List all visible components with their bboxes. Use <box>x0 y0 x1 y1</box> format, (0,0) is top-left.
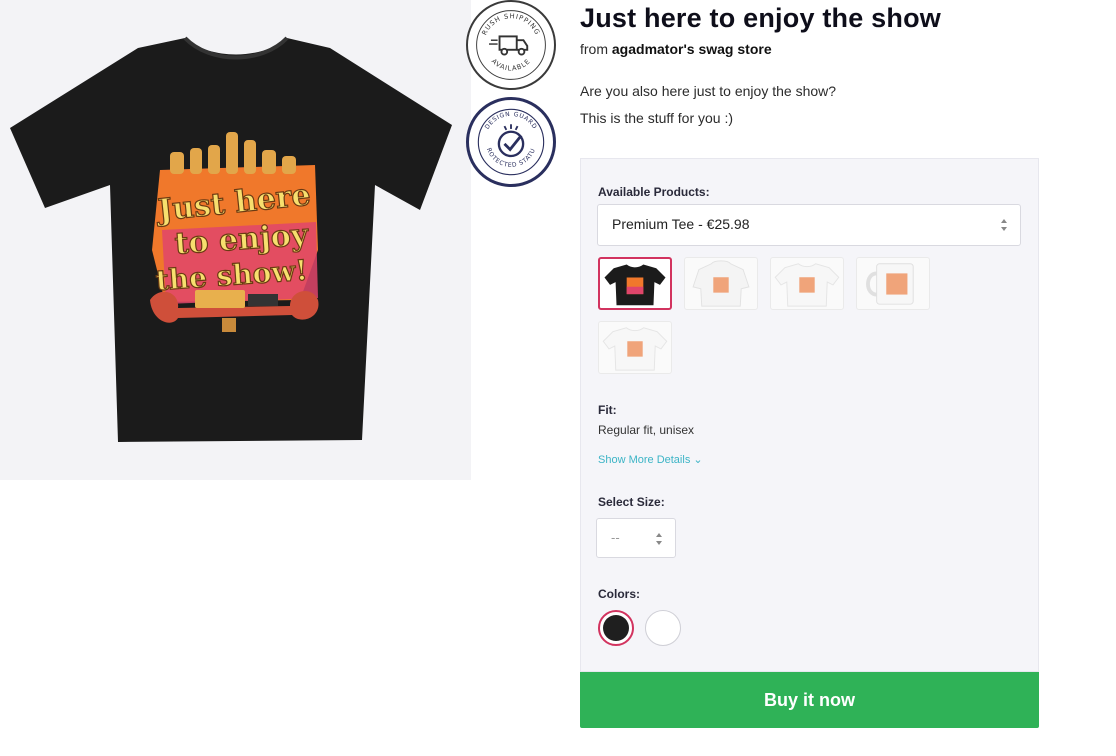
show-more-details-link[interactable]: Show More Details ⌄ <box>598 453 703 466</box>
color-swatch-white[interactable] <box>645 610 681 646</box>
rush-badge-top-text: RUSH SHIPPING <box>480 12 540 36</box>
svg-text:AVAILABLE: AVAILABLE <box>490 57 532 72</box>
chevron-down-icon: ⌄ <box>693 454 703 466</box>
products-label: Available Products: <box>598 185 710 199</box>
description-line-2: This is the stuff for you :) <box>580 110 734 126</box>
white-tee-thumb-image <box>774 263 840 307</box>
svg-text:RUSH SHIPPING: RUSH SHIPPING <box>480 12 541 36</box>
thumb-tee-white[interactable] <box>770 257 844 310</box>
black-tee-thumb-image <box>604 264 666 306</box>
black-swatch-fill <box>603 615 629 641</box>
truck-icon: RUSH SHIPPING AVAILABLE <box>476 10 546 80</box>
size-label: Select Size: <box>598 495 665 509</box>
select-arrows-icon <box>1001 219 1007 231</box>
design-guard-badge: DESIGN GUARD PROTECTED STATUS <box>466 97 556 187</box>
product-title: Just here to enjoy the show <box>580 3 941 33</box>
product-image-area: Just here to enjoy the show! <box>0 0 471 480</box>
mug-thumb-image <box>866 263 914 305</box>
store-attribution: from agadmator's swag store <box>580 41 772 57</box>
size-select-arrows-icon <box>656 533 662 545</box>
description-line-1: Are you also here just to enjoy the show… <box>580 83 837 99</box>
color-swatch-black[interactable] <box>598 610 634 646</box>
size-select[interactable]: -- <box>596 518 676 558</box>
product-select[interactable]: Premium Tee - €25.98 <box>597 204 1021 246</box>
fit-label: Fit: <box>598 403 617 417</box>
thumb-hoodie-white[interactable] <box>684 257 758 310</box>
thumb-mug-white[interactable] <box>856 257 930 310</box>
fit-value: Regular fit, unisex <box>598 423 695 437</box>
product-select-value: Premium Tee - €25.98 <box>612 216 750 232</box>
store-link[interactable]: agadmator's swag store <box>612 41 772 57</box>
rush-badge-bottom-text: AVAILABLE <box>490 57 531 72</box>
tshirt-image: Just here to enjoy the show! <box>10 36 452 442</box>
show-more-details-text: Show More Details <box>598 454 691 466</box>
from-prefix: from <box>580 41 608 57</box>
options-panel: Available Products: Premium Tee - €25.98 <box>580 158 1039 672</box>
colors-label: Colors: <box>598 587 640 601</box>
kids-tee-thumb-image <box>602 327 668 371</box>
thumb-kids-tee-white[interactable] <box>598 321 672 374</box>
check-shield-icon: DESIGN GUARD PROTECTED STATUS <box>469 97 545 176</box>
rush-shipping-badge: RUSH SHIPPING AVAILABLE <box>466 0 556 90</box>
thumb-premium-tee-black[interactable] <box>598 257 672 310</box>
size-select-value: -- <box>611 530 620 545</box>
hoodie-thumb-image <box>692 260 750 307</box>
buy-it-now-button[interactable]: Buy it now <box>580 672 1039 728</box>
